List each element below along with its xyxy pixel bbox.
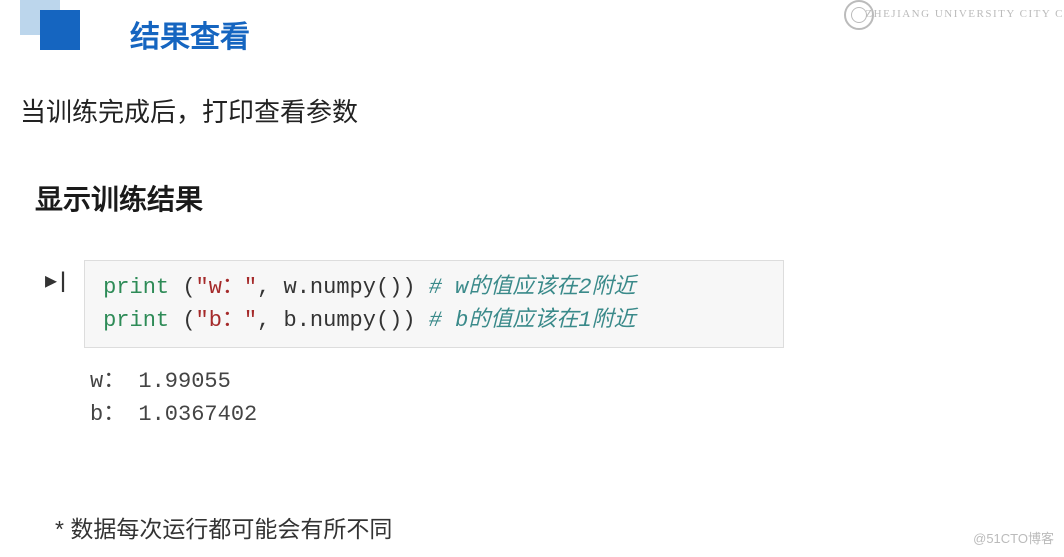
decoration-square-dark [40, 10, 80, 50]
output-line-1: w： 1.99055 [90, 365, 257, 398]
code-keyword: print [103, 275, 169, 300]
code-string: "b：" [196, 308, 258, 333]
code-line-2: print ("b：", b.numpy()) # b的值应该在1附近 [103, 304, 765, 337]
output-line-2: b： 1.0367402 [90, 398, 257, 431]
code-comment: # b的值应该在1附近 [429, 308, 636, 333]
university-name: ZHEJIANG UNIVERSITY CITY C [865, 8, 1064, 20]
code-comment: # w的值应该在2附近 [429, 275, 636, 300]
run-cell-icon[interactable]: ▶| [45, 268, 69, 292]
section-subtitle: 显示训练结果 [35, 178, 203, 218]
page-title: 结果查看 [130, 12, 250, 56]
watermark-text: @51CTO博客 [973, 528, 1054, 547]
code-block: print ("w：", w.numpy()) # w的值应该在2附近 prin… [84, 260, 784, 348]
footnote-text: * 数据每次运行都可能会有所不同 [55, 510, 392, 544]
code-keyword: print [103, 308, 169, 333]
output-block: w： 1.99055 b： 1.0367402 [90, 365, 257, 431]
code-cell: ▶| print ("w：", w.numpy()) # w的值应该在2附近 p… [45, 260, 784, 348]
code-rest: , w.numpy()) [257, 275, 415, 300]
code-rest: , b.numpy()) [257, 308, 415, 333]
code-string: "w：" [196, 275, 258, 300]
code-line-1: print ("w：", w.numpy()) # w的值应该在2附近 [103, 271, 765, 304]
description-text: 当训练完成后，打印查看参数 [20, 92, 358, 129]
